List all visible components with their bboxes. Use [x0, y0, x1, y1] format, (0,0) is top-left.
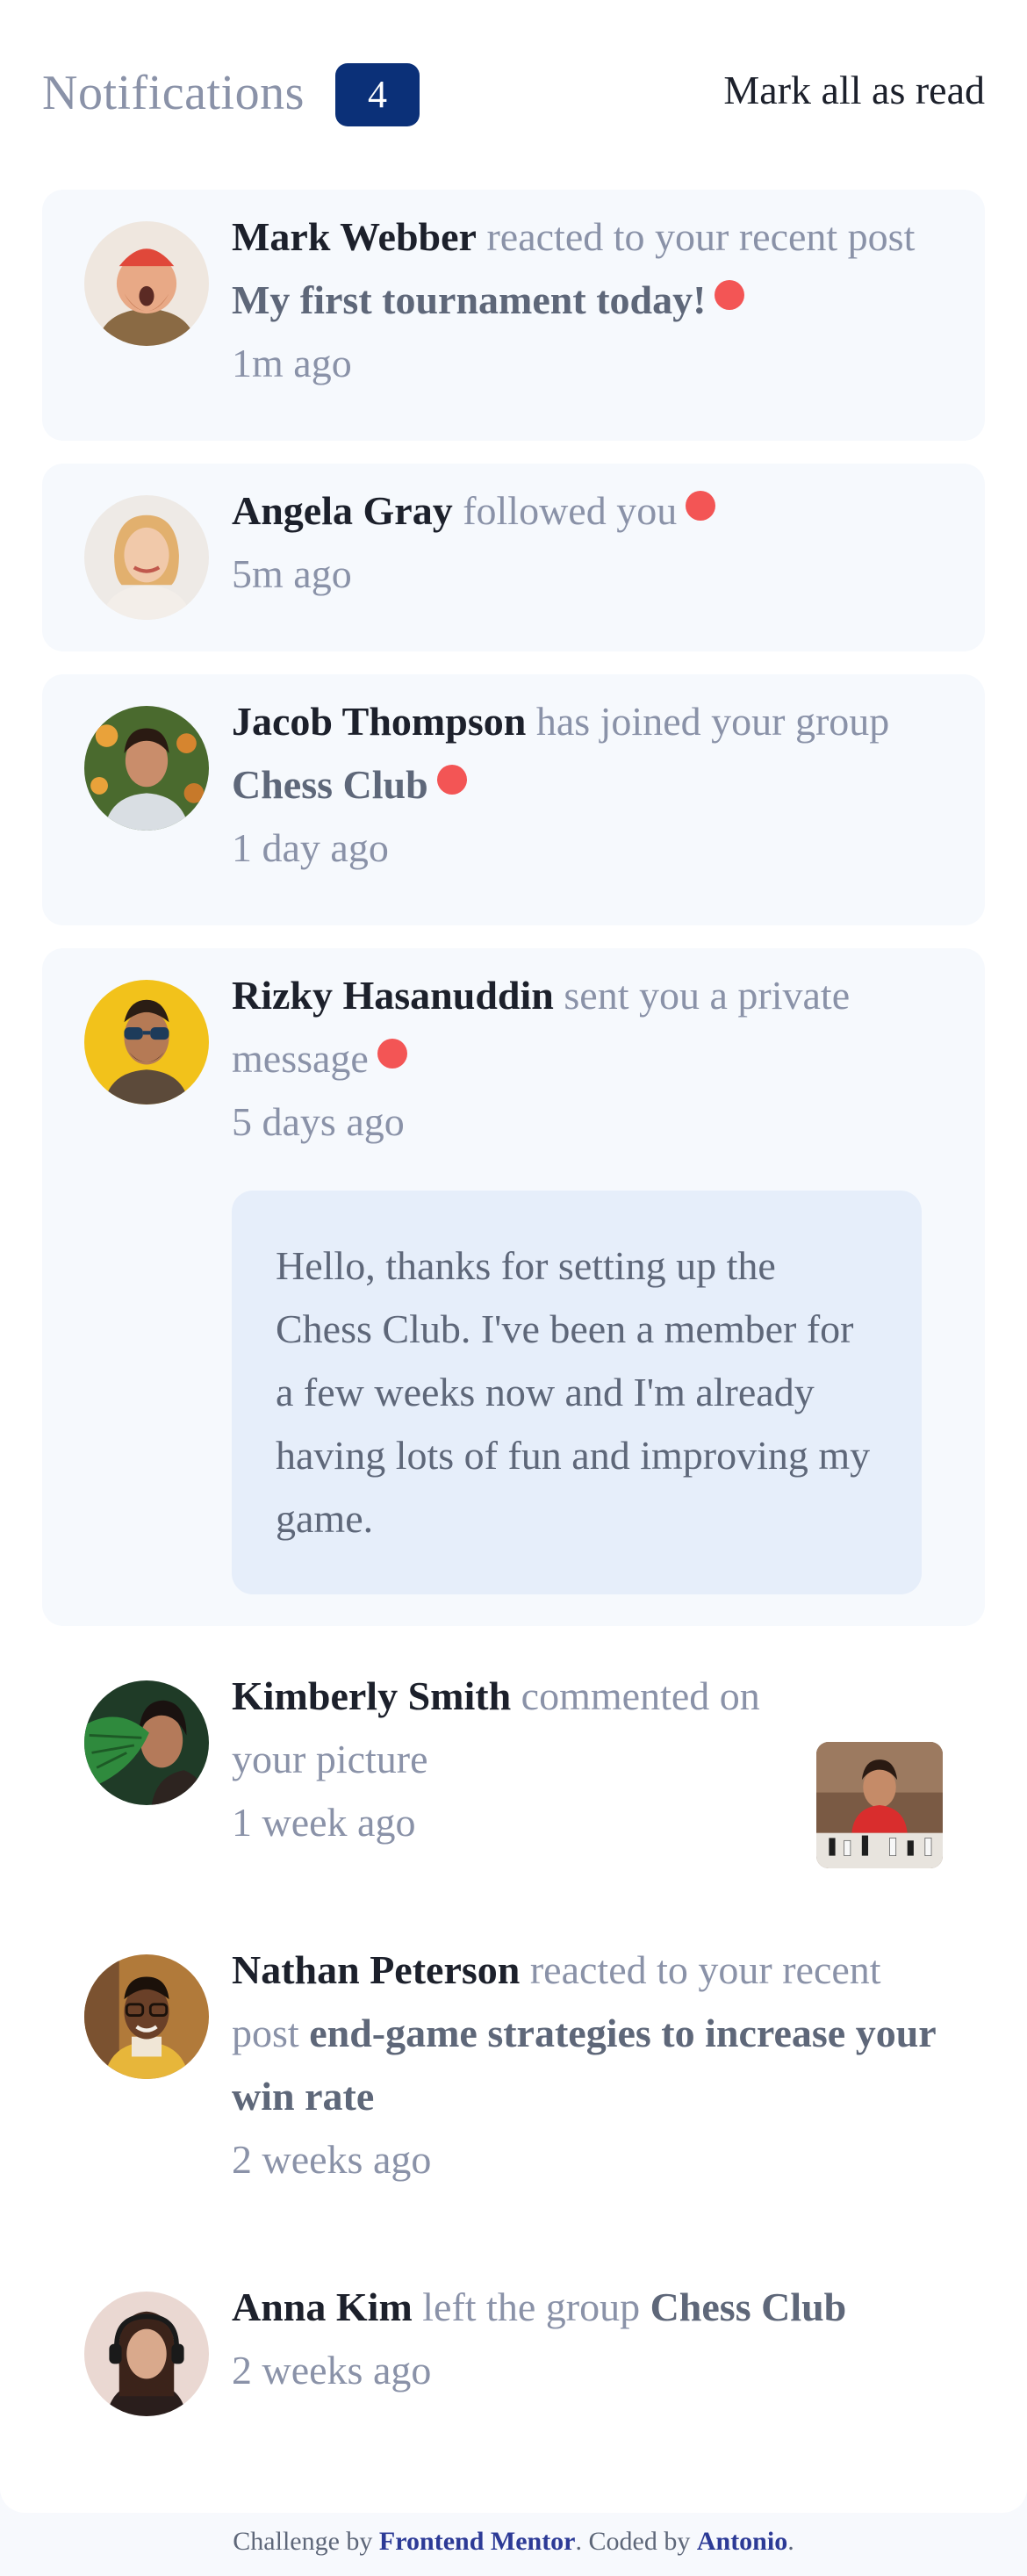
- frontend-mentor-link[interactable]: Frontend Mentor: [379, 2527, 576, 2556]
- mark-webber-avatar[interactable]: [84, 221, 209, 346]
- notification-target[interactable]: My first tournament today!: [232, 277, 706, 322]
- notification-text: Angela Gray followed you 5m ago: [232, 479, 952, 606]
- notification-target[interactable]: Chess Club: [650, 2285, 847, 2329]
- user-name[interactable]: Angela Gray: [232, 488, 453, 533]
- attribution-prefix: Challenge by: [233, 2527, 373, 2556]
- author-link[interactable]: Antonio: [697, 2527, 787, 2556]
- notification-time: 1 day ago: [232, 825, 389, 870]
- notifications-card: Notifications 4 Mark all as read Mark We…: [0, 0, 1027, 2513]
- attribution-footer: Challenge by Frontend Mentor. Coded by A…: [0, 2527, 1027, 2557]
- notification-text: Kimberly Smith commented on your picture…: [232, 1665, 794, 1854]
- avatar-image: [84, 706, 209, 831]
- notification-action: followed you: [463, 488, 678, 533]
- notification-target[interactable]: Chess Club: [232, 762, 428, 807]
- notification-time: 5 days ago: [232, 1099, 405, 1144]
- unread-dot: [715, 280, 745, 310]
- user-name[interactable]: Mark Webber: [232, 214, 477, 259]
- user-name[interactable]: Nathan Peterson: [232, 1947, 520, 1992]
- notification-target[interactable]: end-game strategies to increase your win…: [232, 2011, 936, 2119]
- notification-item[interactable]: Nathan Peterson reacted to your recent p…: [42, 1923, 985, 2237]
- notification-text: Mark Webber reacted to your recent post …: [232, 205, 952, 395]
- notification-item[interactable]: Angela Gray followed you 5m ago: [42, 464, 985, 651]
- unread-dot: [377, 1039, 407, 1069]
- notification-text: Jacob Thompson has joined your group Che…: [232, 690, 952, 880]
- avatar-image: [84, 2292, 209, 2416]
- notification-item[interactable]: Anna Kim left the group Chess Club 2 wee…: [42, 2260, 985, 2448]
- anna-kim-avatar[interactable]: [84, 2292, 209, 2416]
- unread-dot: [686, 491, 716, 521]
- notification-text: Nathan Peterson reacted to your recent p…: [232, 1939, 952, 2191]
- attribution-suffix: .: [787, 2527, 794, 2556]
- notification-time: 1m ago: [232, 341, 352, 385]
- notification-item[interactable]: Kimberly Smith commented on your picture…: [42, 1649, 985, 1900]
- notification-text: Anna Kim left the group Chess Club 2 wee…: [232, 2276, 952, 2402]
- chess-picture-thumbnail[interactable]: [816, 1742, 943, 1868]
- avatar-image: [84, 980, 209, 1105]
- user-name[interactable]: Kimberly Smith: [232, 1673, 511, 1718]
- rizky-hasanuddin-avatar[interactable]: [84, 980, 209, 1105]
- notification-item[interactable]: Rizky Hasanuddin sent you a private mess…: [42, 948, 985, 1626]
- avatar-image: [84, 495, 209, 620]
- notification-action: has joined your group: [535, 699, 890, 744]
- notification-time: 2 weeks ago: [232, 2348, 432, 2393]
- nathan-peterson-avatar[interactable]: [84, 1954, 209, 2079]
- notification-time: 5m ago: [232, 551, 352, 596]
- attribution-middle: . Coded by: [575, 2527, 691, 2556]
- jacob-thompson-avatar[interactable]: [84, 706, 209, 831]
- notification-action: left the group: [422, 2285, 641, 2329]
- notification-time: 1 week ago: [232, 1800, 416, 1845]
- avatar-image: [84, 1954, 209, 2079]
- notifications-header: Notifications 4 Mark all as read: [42, 61, 985, 132]
- avatar-image: [84, 221, 209, 346]
- user-name[interactable]: Anna Kim: [232, 2285, 413, 2329]
- mark-all-read-button[interactable]: Mark all as read: [723, 67, 985, 113]
- unread-dot: [436, 765, 467, 795]
- notification-text: Rizky Hasanuddin sent you a private mess…: [232, 964, 952, 1154]
- chess-picture-image: [816, 1742, 943, 1868]
- notification-time: 2 weeks ago: [232, 2137, 432, 2182]
- user-name[interactable]: Jacob Thompson: [232, 699, 526, 744]
- kimberly-smith-avatar[interactable]: [84, 1680, 209, 1805]
- page-title: Notifications: [42, 66, 305, 120]
- user-name[interactable]: Rizky Hasanuddin: [232, 973, 554, 1018]
- notification-action: reacted to your recent post: [486, 214, 916, 259]
- notification-item[interactable]: Mark Webber reacted to your recent post …: [42, 190, 985, 441]
- notification-item[interactable]: Jacob Thompson has joined your group Che…: [42, 674, 985, 925]
- unread-count-badge: 4: [335, 63, 420, 126]
- avatar-image: [84, 1680, 209, 1805]
- private-message-preview[interactable]: Hello, thanks for setting up the Chess C…: [232, 1191, 922, 1594]
- angela-gray-avatar[interactable]: [84, 495, 209, 620]
